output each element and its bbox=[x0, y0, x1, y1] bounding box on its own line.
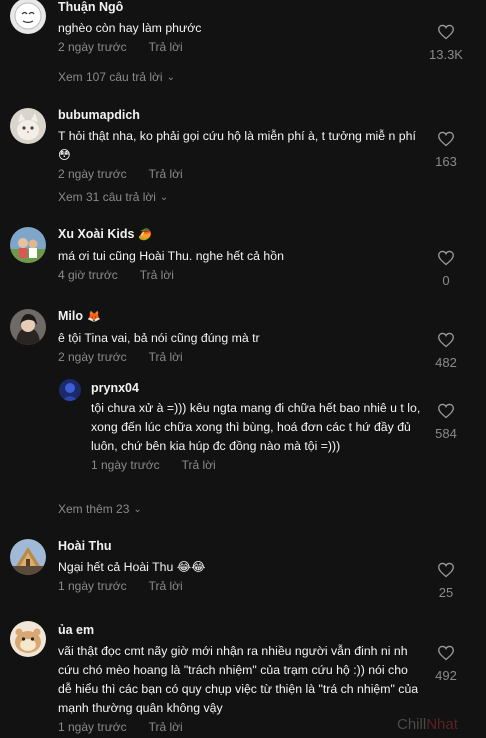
timestamp: 1 ngày trước bbox=[58, 579, 127, 593]
reply-button[interactable]: Trả lời bbox=[149, 579, 183, 593]
heart-icon bbox=[438, 645, 454, 661]
comment-text: tội chưa xử à =))) kêu ngta mang đi chữa… bbox=[91, 401, 421, 453]
like-button[interactable]: 13.3K bbox=[418, 24, 474, 62]
like-button[interactable]: 492 bbox=[418, 645, 474, 683]
comment-text: má ơi tui cũng Hoài Thu. nghe hết cả hồn bbox=[58, 249, 284, 263]
like-count: 0 bbox=[442, 273, 450, 288]
reply-button[interactable]: Trả lời bbox=[149, 350, 183, 364]
avatar[interactable] bbox=[10, 621, 46, 657]
comment-text: ê tội Tina vai, bả nói cũng đúng mà tr bbox=[58, 331, 260, 345]
username[interactable]: bubumapdich bbox=[58, 108, 422, 123]
hamster-icon bbox=[10, 621, 46, 657]
avatar[interactable] bbox=[10, 309, 46, 345]
username[interactable]: Hoài Thu bbox=[58, 539, 422, 554]
like-button[interactable]: 163 bbox=[418, 131, 474, 169]
face-icon bbox=[10, 0, 46, 34]
heart-icon bbox=[438, 250, 454, 266]
like-button[interactable]: 482 bbox=[418, 332, 474, 370]
reply-button[interactable]: Trả lời bbox=[182, 458, 216, 472]
heart-icon bbox=[438, 131, 454, 147]
like-button[interactable]: 0 bbox=[418, 250, 474, 288]
kids-icon bbox=[10, 227, 46, 263]
comment-text: T hỏi thật nha, ko phải gọi cứu hộ là mi… bbox=[58, 129, 416, 162]
like-count: 13.3K bbox=[429, 47, 463, 62]
cat-icon bbox=[10, 108, 46, 144]
reply-button[interactable]: Trả lời bbox=[140, 268, 174, 282]
like-count: 492 bbox=[435, 668, 457, 683]
blue-avatar-icon bbox=[59, 379, 81, 401]
comment-text: Ngại hết cả Hoài Thu 😂😂 bbox=[58, 560, 206, 574]
temple-icon bbox=[10, 539, 46, 575]
reply-button[interactable]: Trả lời bbox=[149, 720, 183, 734]
like-count: 25 bbox=[438, 585, 454, 600]
username[interactable]: Xu Xoài Kids 🥭 bbox=[58, 227, 422, 243]
view-replies-button[interactable]: Xem 107 câu trả lời ⌄ bbox=[58, 70, 175, 84]
avatar[interactable] bbox=[10, 227, 46, 263]
view-more-replies-button[interactable]: Xem thêm 23 ⌄ bbox=[58, 502, 142, 516]
heart-icon bbox=[438, 332, 454, 348]
chevron-down-icon: ⌄ bbox=[159, 192, 169, 203]
chevron-down-icon: ⌄ bbox=[133, 504, 142, 515]
timestamp: 2 ngày trước bbox=[58, 350, 127, 364]
username[interactable]: Milo 🦊 bbox=[58, 309, 422, 325]
avatar[interactable] bbox=[10, 108, 46, 144]
heart-icon bbox=[438, 562, 454, 578]
username[interactable]: ủa em bbox=[58, 623, 422, 638]
like-count: 163 bbox=[435, 154, 457, 169]
reply-button[interactable]: Trả lời bbox=[149, 167, 183, 181]
comment-text: vãi thật đọc cmt nãy giờ mới nhận ra nhi… bbox=[58, 644, 419, 715]
like-button[interactable]: 584 bbox=[418, 403, 474, 441]
timestamp: 2 ngày trước bbox=[58, 40, 127, 54]
comment-text: nghèo còn hay làm phước bbox=[58, 21, 202, 35]
person-icon bbox=[10, 309, 46, 345]
like-count: 584 bbox=[435, 426, 457, 441]
username[interactable]: Thuận Ngô bbox=[58, 0, 422, 15]
avatar[interactable] bbox=[59, 379, 81, 401]
heart-icon bbox=[438, 403, 454, 419]
watermark: ChillNhat bbox=[397, 716, 458, 733]
username[interactable]: prynx04 bbox=[91, 381, 422, 396]
avatar[interactable] bbox=[10, 0, 46, 34]
timestamp: 2 ngày trước bbox=[58, 167, 127, 181]
timestamp: 4 giờ trước bbox=[58, 268, 118, 282]
timestamp: 1 ngày trước bbox=[91, 458, 160, 472]
like-button[interactable]: 25 bbox=[418, 562, 474, 600]
timestamp: 1 ngày trước bbox=[58, 720, 127, 734]
avatar[interactable] bbox=[10, 539, 46, 575]
like-count: 482 bbox=[435, 355, 457, 370]
heart-icon bbox=[438, 24, 454, 40]
reply-button[interactable]: Trả lời bbox=[149, 40, 183, 54]
view-replies-button[interactable]: Xem 31 câu trả lời ⌄ bbox=[58, 190, 168, 204]
chevron-down-icon: ⌄ bbox=[166, 72, 175, 83]
